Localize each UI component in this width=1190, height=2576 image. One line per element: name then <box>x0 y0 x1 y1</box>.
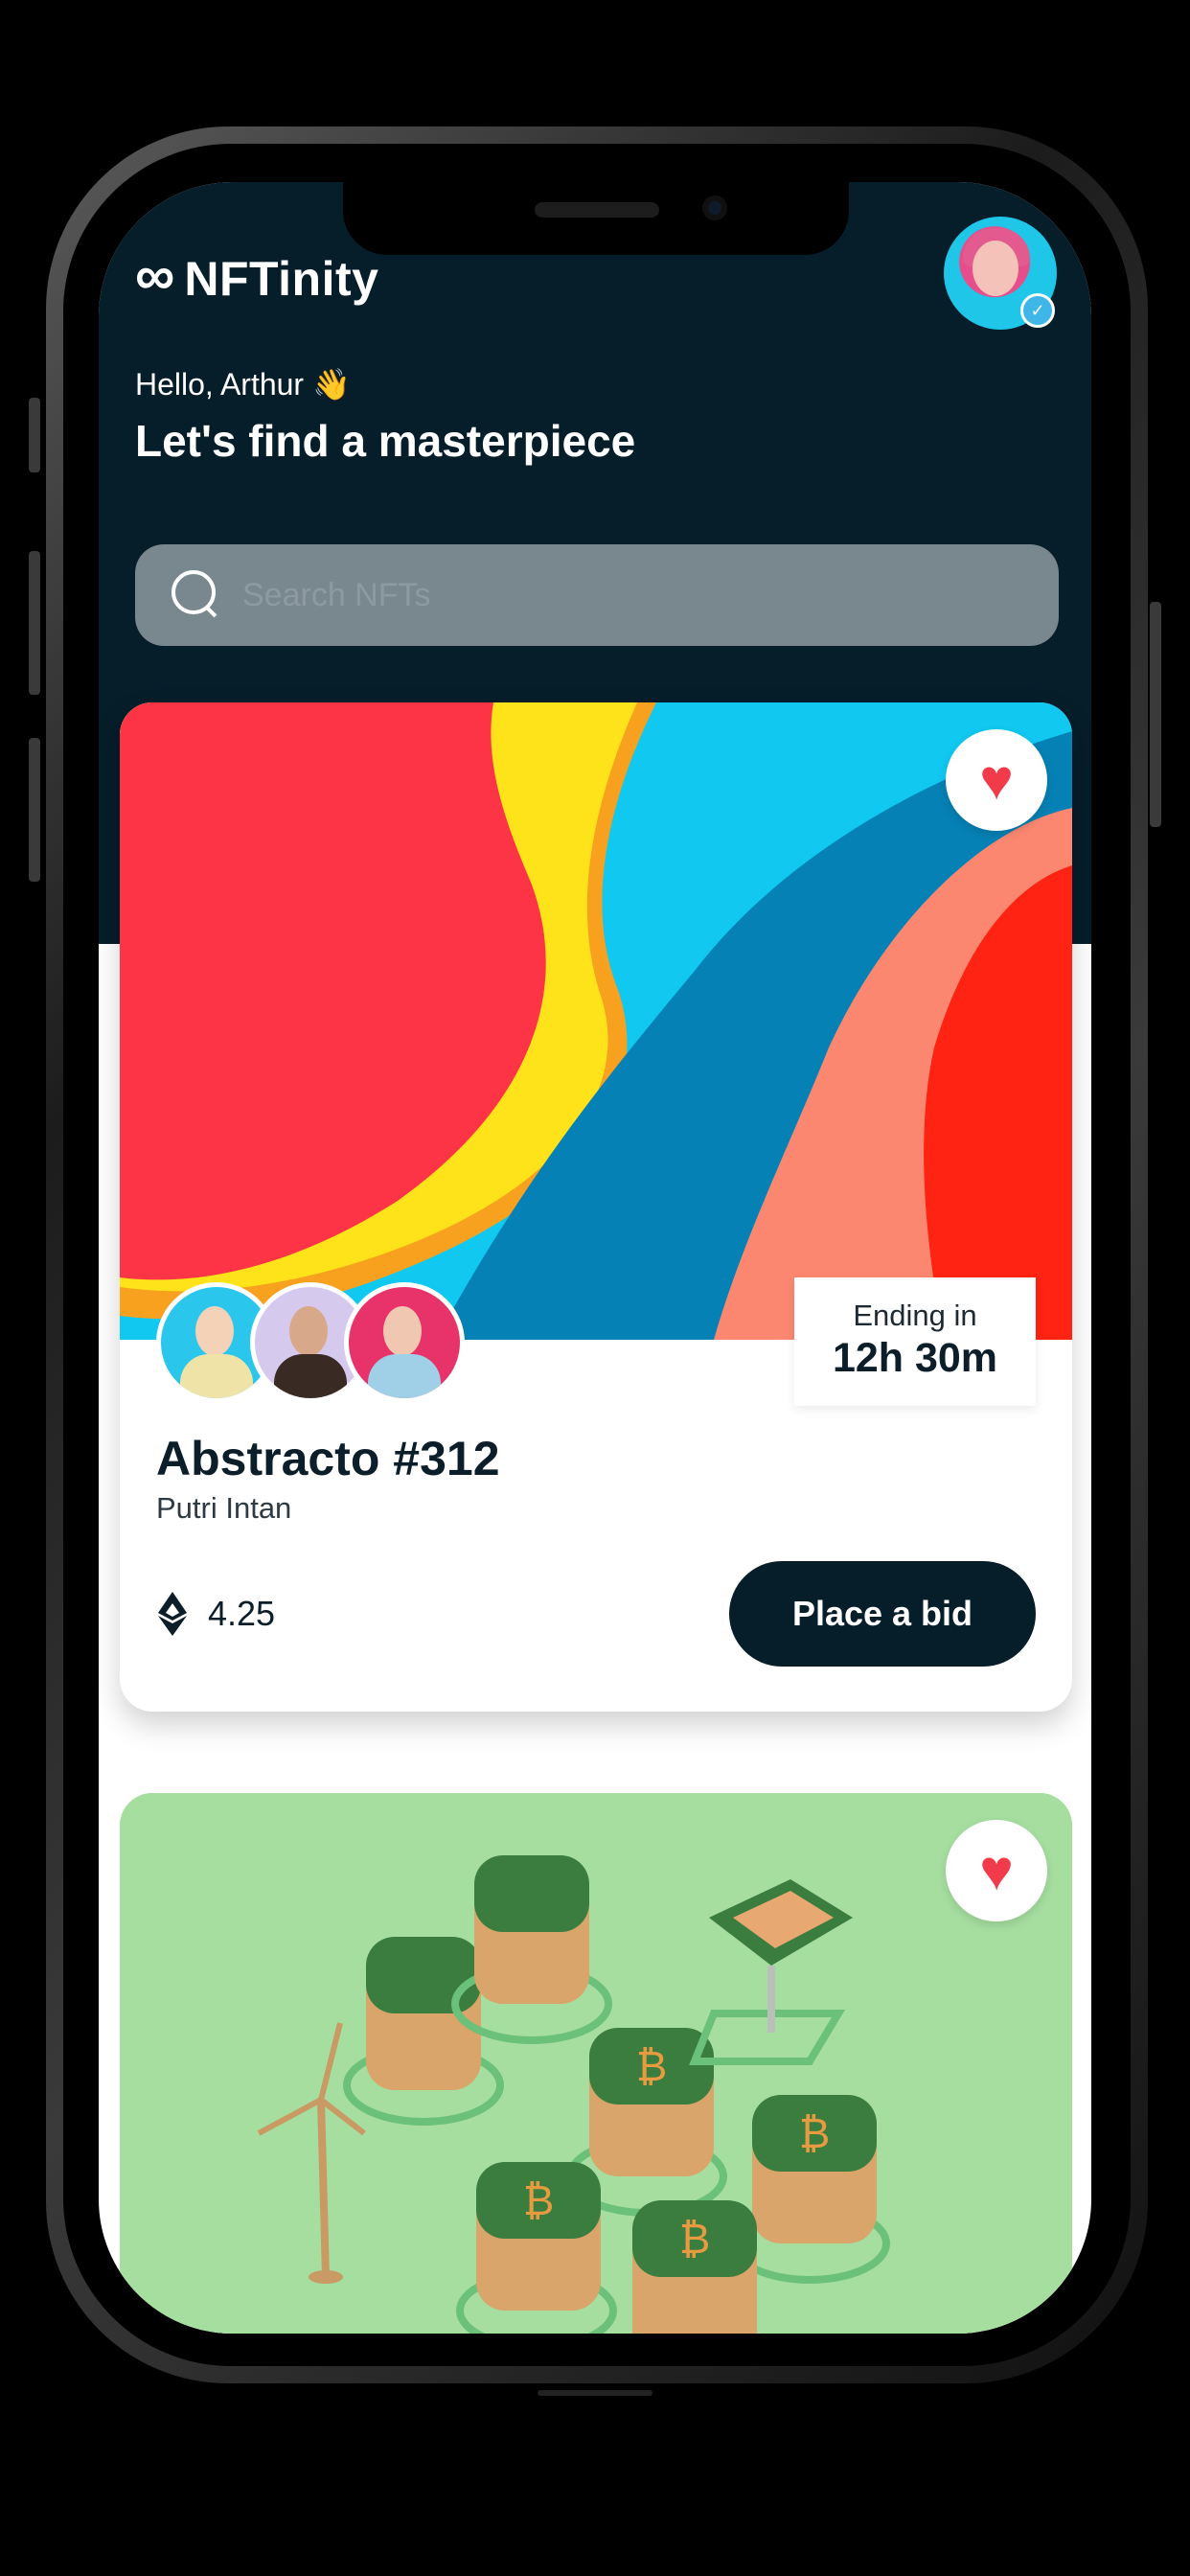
search-bar[interactable] <box>135 544 1059 646</box>
nft-artwork-green-energy[interactable]: ₿ ₿ ₿ ₿ <box>120 1793 1072 2334</box>
auction-timer: Ending in 12h 30m <box>794 1277 1036 1406</box>
volume-up-button <box>29 551 40 695</box>
notch <box>343 182 849 255</box>
heart-icon: ♥ <box>979 1838 1014 1902</box>
verified-badge-icon: ✓ <box>1020 293 1055 328</box>
timer-value: 12h 30m <box>832 1335 998 1381</box>
place-bid-button[interactable]: Place a bid <box>729 1561 1036 1667</box>
favorite-button[interactable]: ♥ <box>946 1820 1047 1921</box>
page-headline: Let's find a masterpiece <box>135 416 636 466</box>
owner-avatar[interactable] <box>344 1282 465 1403</box>
nft-artwork-abstract[interactable] <box>120 702 1072 1340</box>
greeting-text: Hello, Arthur 👋 <box>135 367 351 402</box>
heart-icon: ♥ <box>979 748 1014 812</box>
ethereum-icon <box>158 1592 187 1636</box>
power-button <box>1150 602 1161 827</box>
svg-text:₿: ₿ <box>799 2109 831 2158</box>
nft-card[interactable]: ₿ ₿ ₿ ₿ ♥ <box>120 1793 1072 2334</box>
app-screen: ∞ NFTinity ✓ Hello, Arthur 👋 Let's find … <box>99 182 1091 2334</box>
infinity-icon: ∞ <box>135 244 175 307</box>
svg-text:₿: ₿ <box>523 2176 555 2225</box>
avatar-face <box>973 241 1018 296</box>
front-camera <box>702 196 727 220</box>
nft-price: 4.25 <box>156 1592 275 1636</box>
price-value: 4.25 <box>208 1594 276 1633</box>
speaker-grille <box>535 202 659 218</box>
owner-avatars <box>156 1282 465 1403</box>
mute-switch <box>29 398 40 472</box>
svg-text:₿: ₿ <box>679 2215 711 2264</box>
nft-title: Abstracto #312 <box>156 1432 500 1485</box>
volume-down-button <box>29 738 40 882</box>
favorite-button[interactable]: ♥ <box>946 729 1047 831</box>
search-icon <box>172 570 221 620</box>
nft-card[interactable]: ♥ Ending in 12h 30m Abstracto #312 Putri… <box>120 702 1072 1712</box>
svg-text:₿: ₿ <box>636 2042 668 2091</box>
search-input[interactable] <box>240 575 1011 615</box>
app-name: NFTinity <box>184 252 379 306</box>
timer-label: Ending in <box>853 1299 977 1332</box>
app-logo: ∞ NFTinity <box>135 244 379 307</box>
home-indicator <box>538 2390 652 2396</box>
user-avatar[interactable]: ✓ <box>944 217 1057 330</box>
nft-creator: Putri Intan <box>156 1491 292 1525</box>
